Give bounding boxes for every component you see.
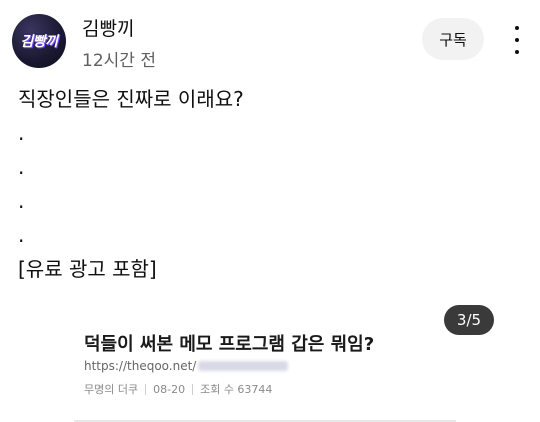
card-url: https://theqoo.net/ xyxy=(84,359,289,373)
card-views: 조회 수 63744 xyxy=(200,383,273,396)
paid-promotion-label: [유료 광고 포함] xyxy=(18,257,157,281)
card-url-text: https://theqoo.net/ xyxy=(84,359,197,373)
post-text: 직장인들은 진짜로 이래요? . . . . [유료 광고 포함] xyxy=(18,82,518,286)
post-line: . xyxy=(18,189,25,213)
post-timestamp: 12시간 전 xyxy=(82,51,156,71)
card-author: 무명의 더쿠 xyxy=(84,383,139,396)
post-line: . xyxy=(18,223,25,247)
card-title: 덕들이 써본 메모 프로그램 갑은 뭐임? xyxy=(84,334,375,355)
vertical-dots-icon[interactable] xyxy=(506,26,528,54)
post-line: . xyxy=(18,155,25,179)
avatar-text: 김빵끼 xyxy=(20,34,58,50)
card-meta: 무명의 더쿠 08-20 조회 수 63744 xyxy=(84,381,272,397)
channel-avatar[interactable]: 김빵끼 xyxy=(12,14,66,68)
carousel-page-indicator: 3/5 xyxy=(444,305,494,335)
post-line: . xyxy=(18,121,25,145)
channel-name[interactable]: 김빵끼 xyxy=(82,14,134,41)
blurred-url-path xyxy=(198,361,289,371)
subscribe-button[interactable]: 구독 xyxy=(422,18,484,60)
post-line: 직장인들은 진짜로 이래요? xyxy=(18,87,244,111)
meta-divider xyxy=(192,383,194,395)
card-date: 08-20 xyxy=(153,382,186,396)
meta-divider xyxy=(145,383,147,395)
